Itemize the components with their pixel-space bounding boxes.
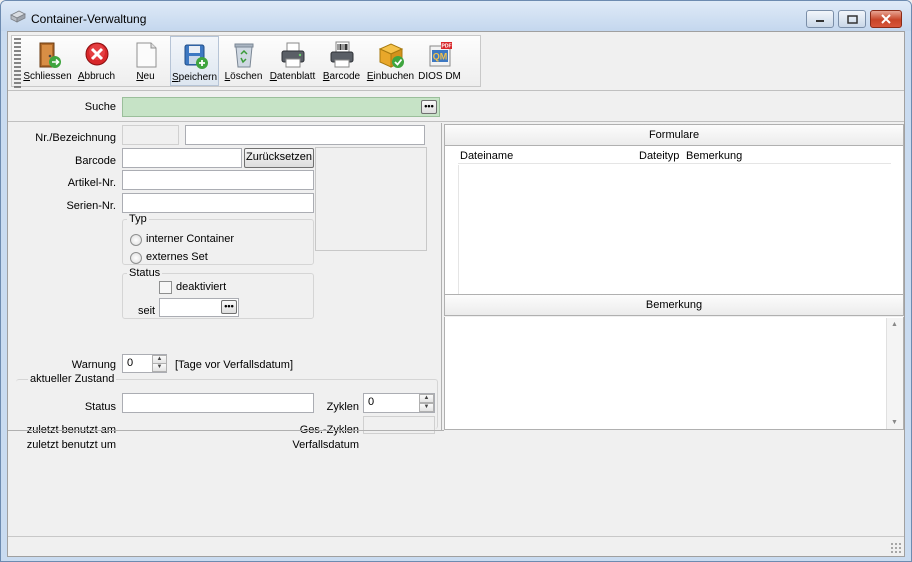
warnung-label: Warnung — [71, 359, 116, 371]
serien-field[interactable] — [122, 193, 314, 213]
toolbar-label-barcode: Barcode — [322, 71, 361, 82]
barcode-label: Barcode — [75, 155, 116, 167]
toolbar-label-abbruch: Abbruch — [77, 71, 116, 82]
close-form-button[interactable]: Schliessen — [23, 36, 72, 86]
book-in-button[interactable]: Einbuchen — [366, 36, 415, 86]
save-button[interactable]: Speichern — [170, 36, 219, 86]
col-bemerkung[interactable]: Bemerkung — [686, 148, 742, 164]
formulare-header: Formulare — [444, 124, 904, 146]
cancel-button[interactable]: Abbruch — [72, 36, 121, 86]
toolbar-label-datenblatt: Datenblatt — [269, 71, 316, 82]
deaktiviert-label: deaktiviert — [176, 281, 227, 293]
formulare-table[interactable]: Dateiname Dateityp Bemerkung — [444, 146, 904, 294]
application-window: Container-Verwaltung Schliessen Abbruch … — [0, 0, 912, 562]
radio-label-interner: interner Container — [146, 233, 235, 245]
warnung-hint: [Tage vor Verfallsdatum] — [175, 359, 294, 371]
save-icon — [184, 44, 208, 69]
zyklen-label: Zyklen — [326, 401, 359, 413]
nr-label: Nr./Bezeichnung — [35, 132, 116, 144]
verfallsdatum-label: Verfallsdatum — [292, 439, 359, 451]
dios-dm-icon: PDF QM — [429, 42, 452, 67]
radio-label-externes: externes Set — [146, 251, 208, 263]
scroll-up-icon[interactable]: ▲ — [891, 321, 898, 328]
status-group: Status deaktiviert seit ••• — [122, 267, 314, 319]
minimize-icon — [816, 20, 824, 22]
maximize-button[interactable] — [838, 10, 866, 28]
deaktiviert-checkbox[interactable] — [159, 281, 172, 294]
seit-date-picker-button[interactable]: ••• — [221, 300, 237, 314]
reset-button[interactable]: Zurücksetzen — [244, 148, 314, 168]
zustand-status-field[interactable] — [122, 393, 314, 413]
close-icon — [881, 14, 891, 24]
bemerkung-textarea[interactable] — [444, 317, 904, 430]
status-bar — [8, 536, 904, 556]
zustand-group-title: aktueller Zustand — [28, 373, 117, 385]
toolbar-label-loeschen: Löschen — [224, 71, 263, 82]
artikel-label: Artikel-Nr. — [67, 177, 116, 189]
col-dateiname[interactable]: Dateiname — [460, 148, 513, 164]
search-row: Suche ••• — [8, 90, 904, 122]
typ-group: Typ interner Container externes Set — [122, 213, 314, 265]
artikel-field[interactable] — [122, 170, 314, 190]
cancel-icon — [85, 42, 108, 66]
detail-panel: Nr./Bezeichnung Barcode Zurücksetzen Art… — [8, 123, 442, 436]
search-label: Suche — [84, 101, 116, 113]
datasheet-button[interactable]: Datenblatt — [268, 36, 317, 86]
new-document-icon — [136, 42, 156, 68]
table-left-gridline — [458, 165, 459, 294]
new-button[interactable]: Neu — [121, 36, 170, 86]
minimize-button[interactable] — [806, 10, 834, 28]
status-group-title: Status — [127, 267, 163, 279]
printer-icon — [281, 42, 304, 68]
container-app-icon — [10, 10, 26, 23]
image-preview-box — [315, 147, 427, 251]
box-check-icon — [378, 43, 404, 68]
client-area: Schliessen Abbruch Neu Speichern Löschen… — [7, 31, 905, 557]
toolbar-label-einbuchen: Einbuchen — [366, 71, 415, 82]
window-title: Container-Verwaltung — [31, 12, 147, 26]
zustand-status-label: Status — [84, 401, 116, 413]
search-browse-button[interactable]: ••• — [421, 100, 437, 114]
recycle-bin-icon — [234, 43, 253, 68]
title-bar[interactable]: Container-Verwaltung — [1, 1, 911, 31]
warnung-spin-down[interactable]: ▼ — [152, 363, 167, 372]
left-panel-bottom-border — [8, 430, 444, 431]
toolbar-label-neu: Neu — [136, 71, 155, 82]
resize-grip-icon[interactable] — [890, 542, 902, 554]
barcode-field[interactable] — [122, 148, 242, 168]
toolbar-grip[interactable] — [14, 38, 21, 88]
svg-text:PDF: PDF — [441, 44, 451, 50]
bemerkung-header: Bemerkung — [444, 294, 904, 316]
barcode-printer-icon — [330, 41, 353, 68]
zuletzt-um-label: zuletzt benutzt um — [26, 439, 116, 451]
col-dateityp[interactable]: Dateityp — [639, 148, 679, 164]
nr-field — [122, 125, 179, 145]
dios-dm-button[interactable]: PDF QM DIOS DM — [415, 36, 464, 86]
typ-group-title: Typ — [127, 213, 149, 225]
seit-label: seit — [138, 305, 156, 317]
maximize-icon — [846, 14, 858, 24]
toolbar: Schliessen Abbruch Neu Speichern Löschen… — [11, 35, 481, 88]
serien-label: Serien-Nr. — [66, 200, 116, 212]
radio-interner-container[interactable] — [130, 234, 142, 246]
scroll-down-icon[interactable]: ▼ — [891, 419, 898, 426]
toolbar-label-schliessen: Schliessen — [23, 71, 72, 82]
zyklen-spin-down[interactable]: ▼ — [419, 403, 434, 412]
svg-text:QM: QM — [432, 52, 447, 62]
ges-zyklen-field — [363, 416, 435, 434]
search-input[interactable] — [122, 97, 440, 117]
bemerkung-scrollbar[interactable]: ▲ ▼ — [886, 318, 903, 429]
zyklen-spin-up[interactable]: ▲ — [419, 394, 434, 403]
toolbar-label-dios-dm: DIOS DM — [418, 71, 461, 82]
close-button[interactable] — [870, 10, 902, 28]
delete-button[interactable]: Löschen — [219, 36, 268, 86]
formulare-column-header-row: Dateiname Dateityp Bemerkung — [458, 148, 891, 164]
barcode-button[interactable]: Barcode — [317, 36, 366, 86]
toolbar-label-speichern: Speichern — [171, 72, 218, 83]
door-exit-icon — [39, 42, 61, 68]
radio-externes-set[interactable] — [130, 252, 142, 264]
bezeichnung-field[interactable] — [185, 125, 425, 145]
